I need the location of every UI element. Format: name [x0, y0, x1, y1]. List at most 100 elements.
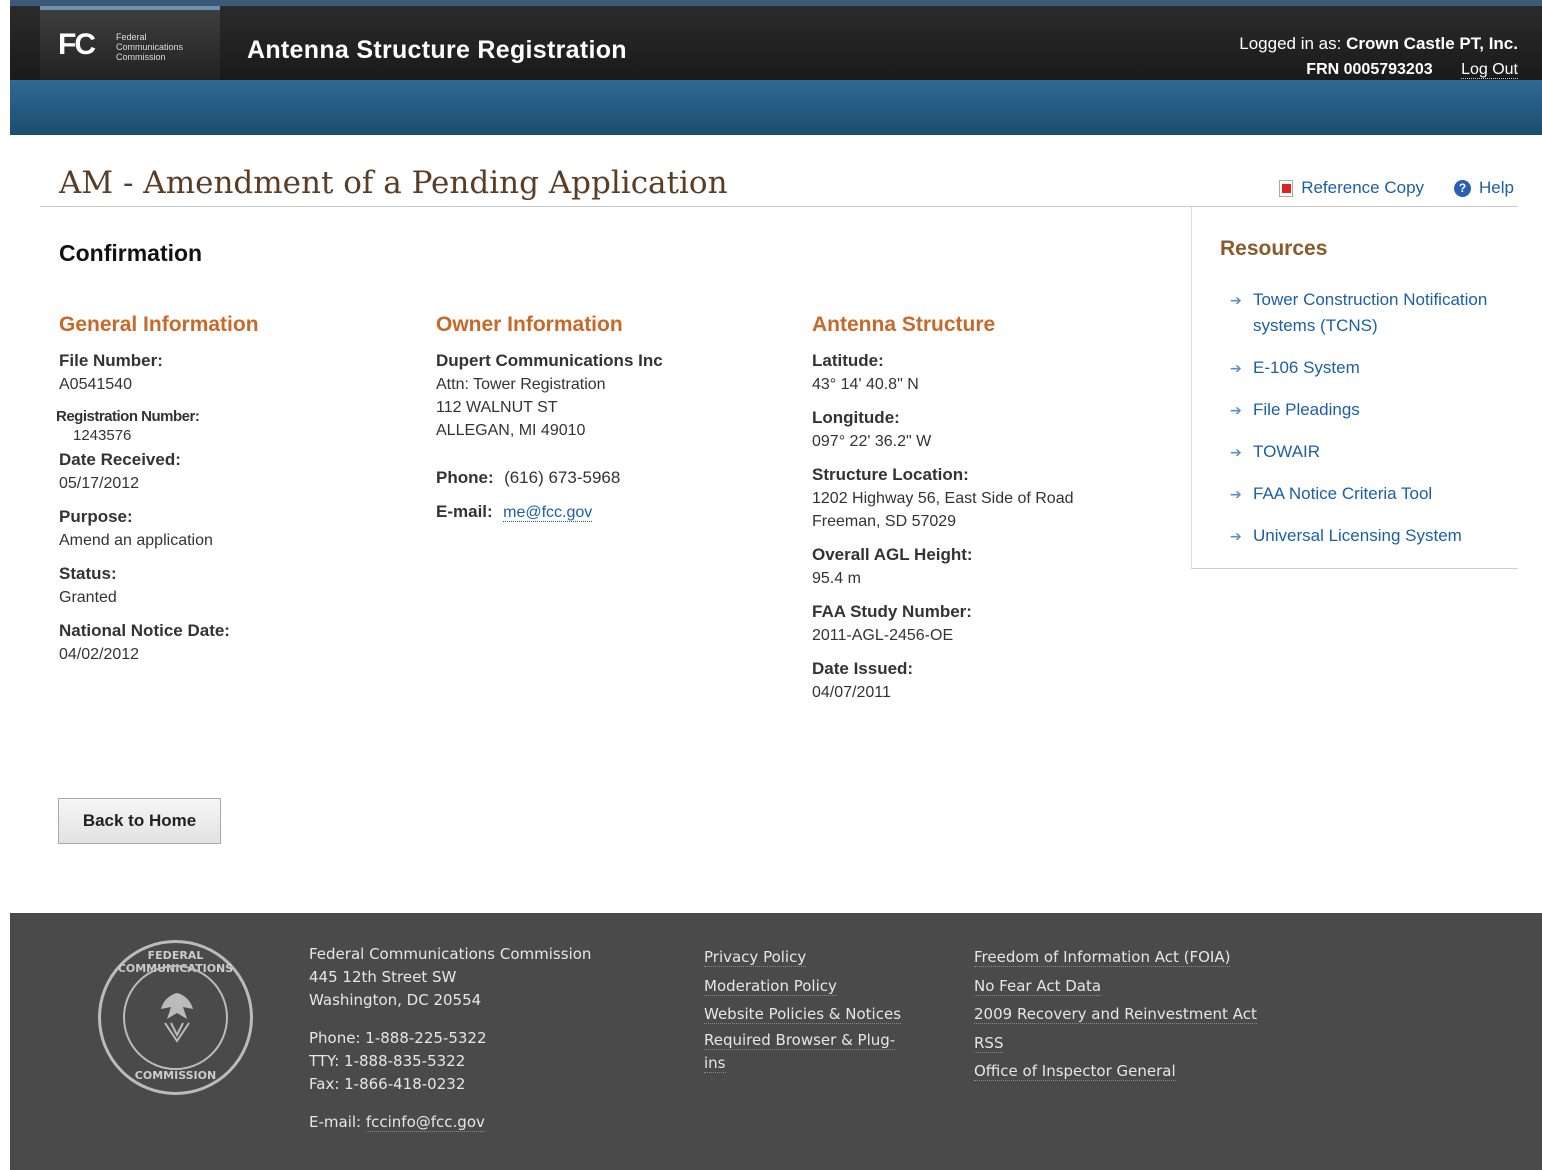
footer-email: E-mail: fccinfo@fcc.gov [309, 1111, 591, 1134]
owner-street: 112 WALNUT ST [436, 399, 558, 416]
section-heading: General Information [59, 313, 259, 336]
registration-number-label: Registration Number: [56, 408, 200, 425]
logout-link[interactable]: Log Out [1461, 61, 1518, 79]
phone-label: Phone: [436, 468, 494, 487]
logged-in-info: Logged in as: Crown Castle PT, Inc. [1239, 34, 1518, 54]
purpose-value: Amend an application [59, 532, 213, 549]
date-received-value: 05/17/2012 [59, 475, 140, 492]
pdf-icon [1279, 179, 1294, 197]
arrow-right-icon: ➔ [1230, 444, 1242, 460]
fcc-logo-mark: FC [58, 28, 96, 61]
owner-information-section: Owner Information Dupert Communications … [436, 313, 786, 536]
recovery-act-link[interactable]: 2009 Recovery and Reinvestment Act [974, 1005, 1257, 1024]
owner-attn: Attn: Tower Registration [436, 376, 606, 393]
arrow-right-icon: ➔ [1230, 360, 1242, 376]
arrow-right-icon: ➔ [1230, 486, 1242, 502]
back-to-home-button[interactable]: Back to Home [58, 798, 221, 844]
resource-item[interactable]: ➔ TOWAIR [1230, 439, 1493, 465]
logo-text-line: Commission [116, 52, 166, 62]
reference-copy-link[interactable]: Reference Copy [1279, 178, 1424, 198]
nav-bar [10, 80, 1542, 135]
resource-item[interactable]: ➔ FAA Notice Criteria Tool [1230, 481, 1493, 507]
no-fear-act-link[interactable]: No Fear Act Data [974, 976, 1102, 996]
seal-text-bottom: COMMISSION [134, 1069, 217, 1082]
logged-in-prefix: Logged in as: [1239, 34, 1347, 53]
fcc-logo[interactable]: FC Federal Communications Commission [40, 6, 220, 80]
help-link[interactable]: ? Help [1454, 178, 1514, 198]
eagle-icon [161, 993, 193, 1043]
resource-link-e106[interactable]: E-106 System [1253, 355, 1493, 381]
national-notice-label: National Notice Date: [59, 621, 230, 640]
agl-height-value: 95.4 m [812, 570, 861, 587]
resource-item[interactable]: ➔ Tower Construction Notification systems… [1230, 287, 1493, 339]
faa-study-label: FAA Study Number: [812, 602, 972, 621]
website-policies-link[interactable]: Website Policies & Notices [704, 1005, 902, 1024]
resources-heading: Resources [1220, 237, 1328, 260]
owner-name: Dupert Communications Inc [436, 351, 663, 370]
footer-email-link[interactable]: fccinfo@fcc.gov [365, 1113, 485, 1132]
required-browser-link[interactable]: Required Browser & Plug- [704, 1030, 896, 1050]
footer-links-col1: Privacy Policy Moderation Policy Website… [704, 943, 924, 1075]
date-received-label: Date Received: [59, 450, 181, 469]
resource-link-faa-notice[interactable]: FAA Notice Criteria Tool [1253, 481, 1493, 507]
email-label: E-mail: [436, 502, 493, 521]
confirmation-heading: Confirmation [59, 240, 203, 266]
owner-phone: Phone: (616) 673-5968 [436, 468, 786, 488]
footer-fax: Fax: 1-866-418-0232 [309, 1075, 466, 1093]
resource-link-tcns[interactable]: Tower Construction Notification systems … [1253, 287, 1493, 339]
footer-phone: Phone: 1-888-225-5322 [309, 1029, 487, 1047]
top-header: FC Federal Communications Commission Ant… [10, 0, 1542, 80]
registration-number-value: 1243576 [73, 427, 132, 444]
moderation-policy-link[interactable]: Moderation Policy [704, 976, 837, 996]
resource-link-towair[interactable]: TOWAIR [1253, 439, 1493, 465]
resource-item[interactable]: ➔ File Pleadings [1230, 397, 1493, 423]
file-number-label: File Number: [59, 351, 163, 370]
resources-panel: Resources ➔ Tower Construction Notificati… [1191, 207, 1518, 569]
status-label: Status: [59, 564, 117, 583]
footer-street: 445 12th Street SW [309, 968, 457, 986]
structure-location-line2: Freeman, SD 57029 [812, 513, 957, 530]
latitude-label: Latitude: [812, 351, 884, 370]
foia-link[interactable]: Freedom of Information Act (FOIA) [974, 948, 1231, 967]
email-link[interactable]: me@fcc.gov [503, 504, 593, 522]
resource-item[interactable]: ➔ E-106 System [1230, 355, 1493, 381]
footer-city: Washington, DC 20554 [309, 991, 482, 1009]
faa-study-value: 2011-AGL-2456-OE [812, 627, 954, 644]
logo-text-line: Federal [116, 32, 147, 42]
resource-link-file-pleadings[interactable]: File Pleadings [1253, 397, 1493, 423]
help-label: Help [1479, 178, 1514, 197]
footer-email-prefix: E-mail: [309, 1113, 366, 1131]
footer: FEDERAL COMMUNICATIONS COMMISSION Federa… [10, 913, 1542, 1170]
app-title: Antenna Structure Registration [247, 36, 627, 64]
arrow-right-icon: ➔ [1230, 402, 1242, 418]
privacy-policy-link[interactable]: Privacy Policy [704, 948, 807, 967]
status-value: Granted [59, 589, 117, 606]
rss-link[interactable]: RSS [974, 1033, 1004, 1053]
fcc-seal-icon: FEDERAL COMMUNICATIONS COMMISSION [98, 940, 253, 1095]
phone-value: (616) 673-5968 [504, 468, 621, 487]
arrow-right-icon: ➔ [1230, 528, 1242, 544]
date-issued-value: 04/07/2011 [812, 684, 891, 701]
antenna-structure-section: Antenna Structure Latitude: 43° 14' 40.8… [812, 313, 1172, 716]
longitude-label: Longitude: [812, 408, 900, 427]
fcc-logo-text: Federal Communications Commission [116, 32, 183, 62]
inspector-general-link[interactable]: Office of Inspector General [974, 1062, 1176, 1081]
seal-inner-ring [123, 965, 228, 1070]
required-browser-link-cont[interactable]: ins [704, 1053, 726, 1073]
purpose-label: Purpose: [59, 507, 133, 526]
file-number-value: A0541540 [59, 376, 132, 393]
footer-tty: TTY: 1-888-835-5322 [309, 1052, 466, 1070]
frn-info: FRN 0005793203 Log Out [1306, 61, 1518, 79]
footer-org: Federal Communications Commission [309, 945, 592, 963]
frn-number: FRN 0005793203 [1306, 61, 1433, 78]
general-information-section: General Information File Number: A054154… [56, 313, 409, 678]
resource-link-uls[interactable]: Universal Licensing System [1253, 523, 1493, 549]
structure-location-label: Structure Location: [812, 465, 969, 484]
resources-list: ➔ Tower Construction Notification systems… [1230, 287, 1493, 565]
footer-links-col2: Freedom of Information Act (FOIA) No Fea… [974, 943, 1257, 1086]
owner-city: ALLEGAN, MI 49010 [436, 422, 586, 439]
resource-item[interactable]: ➔ Universal Licensing System [1230, 523, 1493, 549]
date-issued-label: Date Issued: [812, 659, 914, 678]
logged-in-name: Crown Castle PT, Inc. [1346, 34, 1518, 53]
help-icon: ? [1454, 179, 1472, 197]
